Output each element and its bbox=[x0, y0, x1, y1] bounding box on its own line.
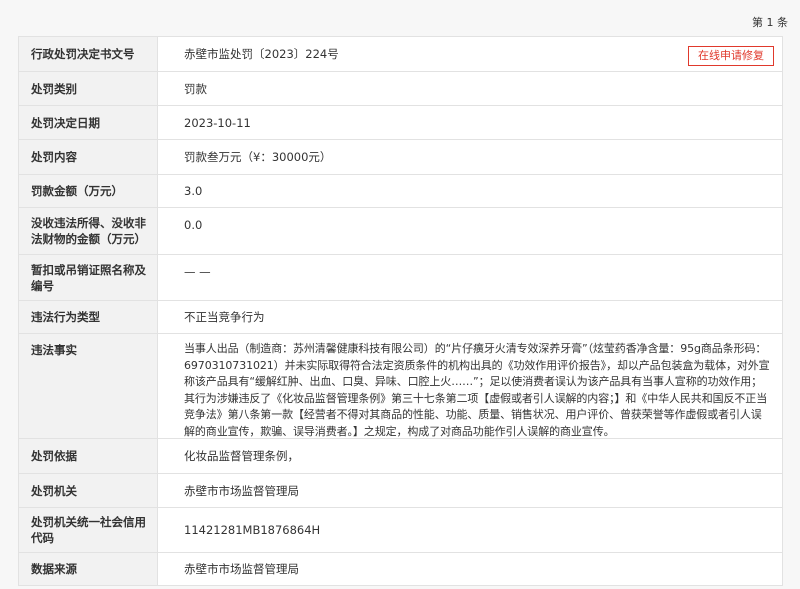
row-authority-credit-code: 处罚机关统一社会信用代码 11421281MB1876864H bbox=[19, 508, 783, 553]
value-violation-facts: 当事人出品（制造商：苏州清馨健康科技有限公司）的“片仔癀牙火清专效深养牙膏”（炫… bbox=[158, 334, 783, 438]
label-penalty-category: 处罚类别 bbox=[19, 72, 158, 105]
row-license-revoked: 暂扣或吊销证照名称及编号 — — bbox=[19, 255, 783, 301]
row-penalty-basis: 处罚依据 化妆品监督管理条例， bbox=[19, 439, 783, 474]
value-decision-number: 赤壁市监处罚〔2023〕224号 在线申请修复 bbox=[158, 37, 783, 71]
row-confiscation-amount: 没收违法所得、没收非法财物的金额（万元） 0.0 bbox=[19, 208, 783, 255]
row-decision-number: 行政处罚决定书文号 赤壁市监处罚〔2023〕224号 在线申请修复 bbox=[19, 37, 783, 72]
row-penalty-category: 处罚类别 罚款 bbox=[19, 72, 783, 106]
label-penalty-authority: 处罚机关 bbox=[19, 474, 158, 507]
row-data-source: 数据来源 赤壁市市场监督管理局 bbox=[19, 553, 783, 586]
row-decision-date: 处罚决定日期 2023-10-11 bbox=[19, 106, 783, 140]
row-violation-facts: 违法事实 当事人出品（制造商：苏州清馨健康科技有限公司）的“片仔癀牙火清专效深养… bbox=[19, 334, 783, 439]
label-data-source: 数据来源 bbox=[19, 553, 158, 585]
value-data-source: 赤壁市市场监督管理局 bbox=[158, 553, 783, 585]
value-violation-type: 不正当竞争行为 bbox=[158, 301, 783, 333]
label-confiscation-amount: 没收违法所得、没收非法财物的金额（万元） bbox=[19, 208, 158, 254]
label-violation-type: 违法行为类型 bbox=[19, 301, 158, 333]
label-fine-amount: 罚款金额（万元） bbox=[19, 175, 158, 207]
value-license-revoked: — — bbox=[158, 255, 783, 300]
row-penalty-content: 处罚内容 罚款叁万元（¥：30000元） bbox=[19, 140, 783, 175]
label-decision-date: 处罚决定日期 bbox=[19, 106, 158, 139]
penalty-detail-table: 行政处罚决定书文号 赤壁市监处罚〔2023〕224号 在线申请修复 处罚类别 罚… bbox=[18, 36, 783, 586]
value-penalty-basis: 化妆品监督管理条例， bbox=[158, 439, 783, 473]
label-penalty-content: 处罚内容 bbox=[19, 140, 158, 174]
value-penalty-authority: 赤壁市市场监督管理局 bbox=[158, 474, 783, 507]
label-violation-facts: 违法事实 bbox=[19, 334, 158, 438]
row-fine-amount: 罚款金额（万元） 3.0 bbox=[19, 175, 783, 208]
row-penalty-authority: 处罚机关 赤壁市市场监督管理局 bbox=[19, 474, 783, 508]
value-confiscation-amount: 0.0 bbox=[158, 208, 783, 254]
row-violation-type: 违法行为类型 不正当竞争行为 bbox=[19, 301, 783, 334]
decision-number-text: 赤壁市监处罚〔2023〕224号 bbox=[184, 47, 339, 61]
page-count: 第 1 条 bbox=[752, 16, 788, 29]
value-fine-amount: 3.0 bbox=[158, 175, 783, 207]
label-decision-number: 行政处罚决定书文号 bbox=[19, 37, 158, 71]
value-authority-credit-code: 11421281MB1876864H bbox=[158, 508, 783, 552]
value-penalty-content: 罚款叁万元（¥：30000元） bbox=[158, 140, 783, 174]
value-decision-date: 2023-10-11 bbox=[158, 106, 783, 139]
value-penalty-category: 罚款 bbox=[158, 72, 783, 105]
label-license-revoked: 暂扣或吊销证照名称及编号 bbox=[19, 255, 158, 300]
repair-apply-button[interactable]: 在线申请修复 bbox=[688, 46, 774, 66]
label-penalty-basis: 处罚依据 bbox=[19, 439, 158, 473]
label-authority-credit-code: 处罚机关统一社会信用代码 bbox=[19, 508, 158, 552]
